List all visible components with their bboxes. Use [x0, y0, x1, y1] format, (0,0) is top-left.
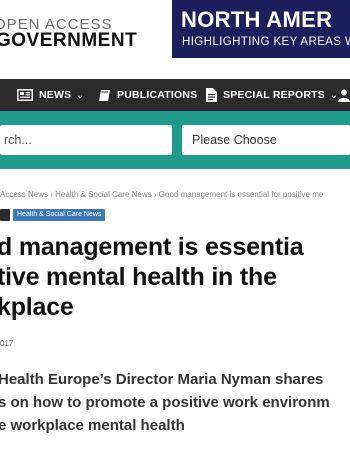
tag-badge-health[interactable]: Health & Social Care News [13, 209, 106, 221]
title-line: kplace [0, 293, 74, 321]
nav-label-news: NEWS [39, 89, 72, 101]
user-icon [338, 89, 350, 102]
chevron-down-icon: ⌄ [330, 89, 338, 100]
breadcrumb-item-current: Good management is essential for positiv… [158, 190, 324, 199]
main-nav: NEWS ⌄ PUBLICATIONS SPECIAL REPORTS ⌄ [0, 79, 350, 111]
nav-label-publications: PUBLICATIONS [117, 89, 198, 101]
site-header: OPEN ACCESS GOVERNMENT NORTH AMER HIGHLI… [0, 0, 350, 72]
search-band: rch... Please Choose [0, 111, 350, 169]
article-title: d management is essentia tive mental hea… [0, 232, 350, 322]
article-tags: Health & Social Care News [0, 209, 106, 221]
tag-badge[interactable] [0, 209, 10, 221]
user-icon-button[interactable] [338, 79, 350, 111]
newspaper-icon [17, 89, 33, 101]
nav-item-special-reports[interactable]: SPECIAL REPORTS ⌄ [206, 79, 338, 111]
subtitle-line: e workplace mental health [0, 417, 185, 434]
breadcrumb-separator: › [50, 190, 53, 199]
logo-bottom-text[interactable]: GOVERNMENT [0, 30, 137, 52]
ad-banner[interactable]: NORTH AMER HIGHLIGHTING KEY AREAS W [172, 0, 350, 58]
search-input[interactable]: rch... [0, 125, 172, 155]
breadcrumb-item-news[interactable]: Access News [0, 190, 48, 199]
banner-subtitle: HIGHLIGHTING KEY AREAS W [182, 36, 350, 48]
title-line: d management is essentia [0, 233, 304, 261]
nav-item-publications[interactable]: PUBLICATIONS [98, 79, 197, 111]
title-line: tive mental health in the [0, 263, 277, 291]
breadcrumb: Access News › Health & Social Care News … [0, 190, 350, 199]
nav-item-news[interactable]: NEWS ⌄ [17, 79, 84, 111]
book-icon [99, 89, 110, 101]
breadcrumb-separator: › [153, 190, 157, 199]
article-date: 017 [0, 339, 14, 348]
subtitle-line: s on how to promote a positive work envi… [0, 394, 330, 411]
banner-title: NORTH AMER [181, 7, 333, 32]
chevron-down-icon: ⌄ [76, 89, 85, 100]
category-select[interactable]: Please Choose [182, 125, 350, 155]
article-subtitle: Health Europe’s Director Maria Nyman sha… [0, 368, 350, 437]
document-icon [206, 88, 217, 102]
subtitle-line: Health Europe’s Director Maria Nyman sha… [0, 371, 324, 388]
breadcrumb-item-category[interactable]: Health & Social Care News [55, 190, 151, 199]
nav-label-special-reports: SPECIAL REPORTS [223, 89, 325, 101]
